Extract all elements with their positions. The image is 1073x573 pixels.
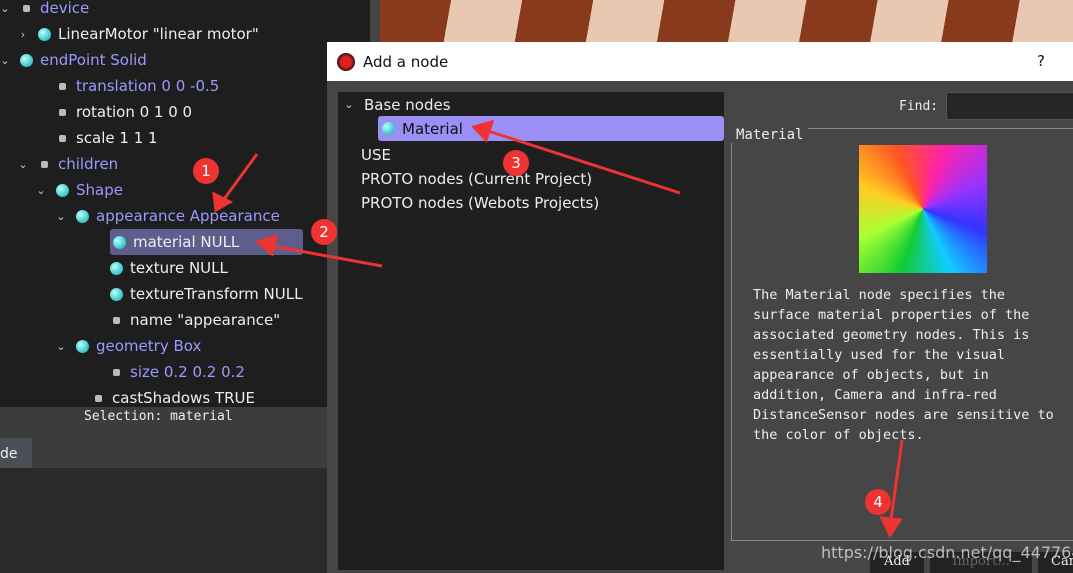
annotation-arrows [212, 119, 904, 539]
arrow-2 [271, 244, 383, 268]
arrow-2-head [255, 233, 279, 257]
arrow-4-head [879, 516, 903, 539]
arrow-1 [220, 153, 259, 203]
arrow-3-head [471, 119, 495, 143]
arrow-3 [487, 129, 681, 195]
arrow-4 [889, 439, 904, 521]
